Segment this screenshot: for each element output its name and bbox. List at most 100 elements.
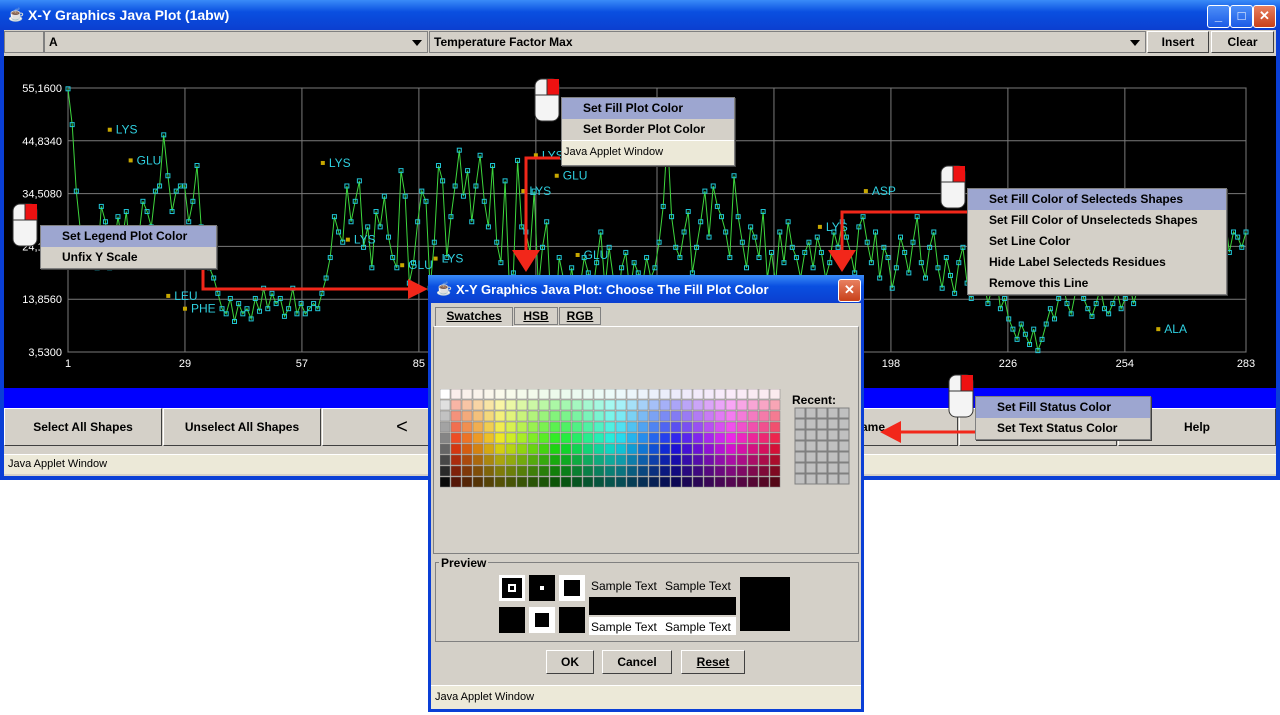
color-swatch[interactable]: [538, 465, 550, 477]
color-swatch[interactable]: [560, 410, 572, 422]
color-swatch[interactable]: [527, 421, 539, 433]
color-swatch[interactable]: [593, 421, 605, 433]
color-swatch[interactable]: [604, 465, 616, 477]
color-swatch[interactable]: [681, 476, 693, 488]
color-swatch[interactable]: [593, 389, 605, 400]
color-swatch[interactable]: [637, 476, 649, 488]
color-swatch[interactable]: [769, 421, 781, 433]
color-swatch[interactable]: [615, 410, 627, 422]
color-swatch[interactable]: [571, 476, 583, 488]
color-swatch[interactable]: [516, 421, 528, 433]
color-swatch[interactable]: [450, 443, 462, 455]
color-swatch[interactable]: [758, 454, 770, 466]
color-swatch[interactable]: [703, 410, 715, 422]
recent-swatch[interactable]: [794, 407, 806, 419]
recent-swatch[interactable]: [805, 440, 817, 452]
color-swatch[interactable]: [505, 421, 517, 433]
color-swatch[interactable]: [725, 443, 737, 455]
color-swatch[interactable]: [604, 399, 616, 411]
color-swatch[interactable]: [582, 432, 594, 444]
color-swatch[interactable]: [626, 465, 638, 477]
color-swatch[interactable]: [494, 410, 506, 422]
menu-item-set-legend-plot-color[interactable]: Set Legend Plot Color: [41, 226, 216, 247]
recent-swatch[interactable]: [838, 418, 850, 430]
color-swatch[interactable]: [758, 421, 770, 433]
recent-swatch[interactable]: [838, 440, 850, 452]
recent-swatch[interactable]: [827, 429, 839, 441]
color-swatch[interactable]: [527, 432, 539, 444]
color-swatch[interactable]: [670, 465, 682, 477]
color-swatch[interactable]: [483, 399, 495, 411]
color-swatch[interactable]: [637, 465, 649, 477]
color-swatch[interactable]: [769, 389, 781, 400]
color-swatch[interactable]: [538, 443, 550, 455]
color-swatch[interactable]: [604, 454, 616, 466]
menu-item-fill-unselected-shapes[interactable]: Set Fill Color of Unselecteds Shapes: [968, 210, 1226, 231]
color-swatch[interactable]: [769, 465, 781, 477]
color-swatch[interactable]: [527, 476, 539, 488]
color-swatch[interactable]: [461, 410, 473, 422]
color-swatch[interactable]: [527, 443, 539, 455]
color-swatch[interactable]: [505, 399, 517, 411]
color-swatch[interactable]: [593, 476, 605, 488]
color-swatch[interactable]: [527, 465, 539, 477]
color-swatch[interactable]: [747, 389, 759, 400]
color-swatch[interactable]: [703, 454, 715, 466]
color-swatch[interactable]: [670, 476, 682, 488]
color-swatch[interactable]: [736, 432, 748, 444]
recent-swatch[interactable]: [838, 451, 850, 463]
color-swatch[interactable]: [461, 454, 473, 466]
color-swatch[interactable]: [670, 421, 682, 433]
color-swatch[interactable]: [472, 465, 484, 477]
recent-swatch[interactable]: [827, 462, 839, 474]
color-swatch[interactable]: [582, 410, 594, 422]
color-swatch[interactable]: [692, 399, 704, 411]
color-swatch[interactable]: [725, 410, 737, 422]
color-swatch[interactable]: [483, 432, 495, 444]
color-swatch[interactable]: [615, 389, 627, 400]
color-swatch[interactable]: [692, 410, 704, 422]
color-swatch[interactable]: [725, 454, 737, 466]
color-swatch[interactable]: [604, 443, 616, 455]
color-swatch[interactable]: [440, 432, 451, 444]
menu-item-remove-line[interactable]: Remove this Line: [968, 273, 1226, 294]
color-swatch[interactable]: [571, 389, 583, 400]
color-swatch[interactable]: [681, 443, 693, 455]
color-swatch[interactable]: [648, 454, 660, 466]
color-swatch[interactable]: [714, 443, 726, 455]
color-swatch[interactable]: [483, 410, 495, 422]
color-swatch[interactable]: [681, 399, 693, 411]
color-swatch[interactable]: [626, 454, 638, 466]
dialog-title-bar[interactable]: ☕ X-Y Graphics Java Plot: Choose The Fil…: [428, 275, 864, 303]
cancel-button[interactable]: Cancel: [602, 650, 672, 674]
color-swatch[interactable]: [505, 432, 517, 444]
color-swatch[interactable]: [681, 465, 693, 477]
color-swatch[interactable]: [758, 410, 770, 422]
color-swatch[interactable]: [648, 476, 660, 488]
color-swatch[interactable]: [648, 465, 660, 477]
color-swatch[interactable]: [549, 443, 561, 455]
color-swatch[interactable]: [692, 454, 704, 466]
color-swatch[interactable]: [549, 410, 561, 422]
color-swatch[interactable]: [615, 421, 627, 433]
color-swatch[interactable]: [659, 476, 671, 488]
dialog-close-button[interactable]: ✕: [838, 279, 861, 302]
color-swatch[interactable]: [626, 432, 638, 444]
recent-swatch[interactable]: [816, 418, 828, 430]
menu-item-set-fill-status-color[interactable]: Set Fill Status Color: [976, 397, 1150, 418]
color-swatch[interactable]: [659, 432, 671, 444]
color-swatch[interactable]: [714, 399, 726, 411]
color-swatch[interactable]: [725, 476, 737, 488]
color-swatch[interactable]: [494, 476, 506, 488]
color-swatch[interactable]: [483, 454, 495, 466]
tab-swatches[interactable]: Swatches: [435, 307, 513, 327]
color-swatch[interactable]: [659, 410, 671, 422]
color-swatch[interactable]: [494, 432, 506, 444]
swatch-grid[interactable]: [440, 389, 783, 489]
color-swatch[interactable]: [626, 389, 638, 400]
color-swatch[interactable]: [604, 432, 616, 444]
color-swatch[interactable]: [736, 421, 748, 433]
color-swatch[interactable]: [505, 454, 517, 466]
color-swatch[interactable]: [670, 410, 682, 422]
color-swatch[interactable]: [626, 443, 638, 455]
